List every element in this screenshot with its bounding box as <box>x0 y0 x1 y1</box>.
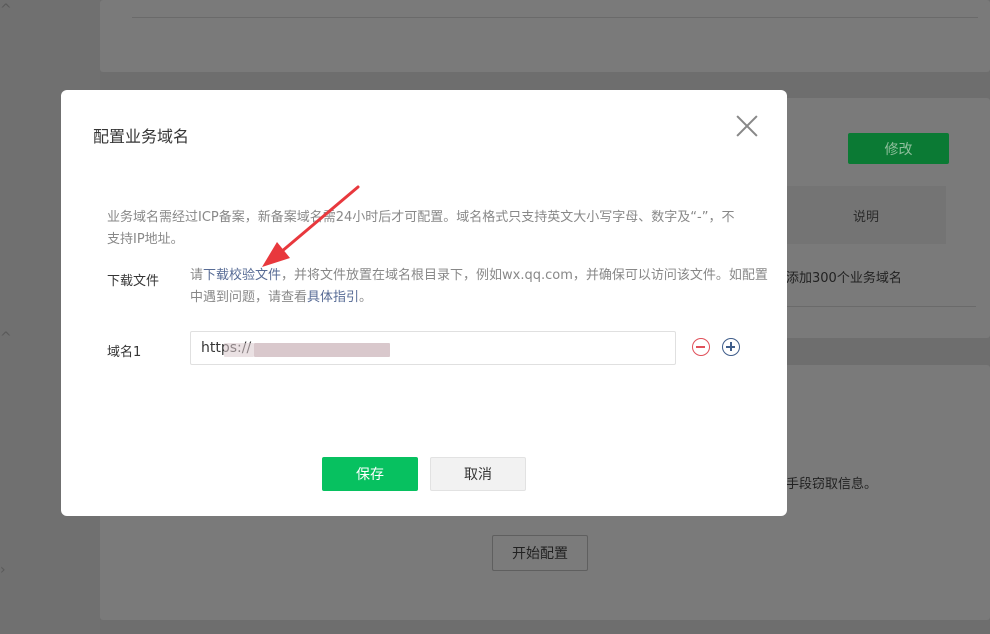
download-instructions: 请下载校验文件，并将文件放置在域名根目录下，例如wx.qq.com，并确保可以访… <box>190 268 768 305</box>
tips-text: 业务域名需经过ICP备案，新备案域名需24小时后才可配置。域名格式只支持英文大小… <box>107 210 735 247</box>
add-domain-icon[interactable] <box>722 338 740 356</box>
guide-link[interactable]: 具体指引 <box>307 290 359 305</box>
edit-button[interactable]: 修改 <box>848 133 949 164</box>
chevron-right-icon: › <box>0 562 6 578</box>
background-card <box>100 0 990 72</box>
download-verification-file-link[interactable]: 下载校验文件 <box>203 268 281 283</box>
dialog-title: 配置业务域名 <box>93 127 190 146</box>
domain-label: 域名1 <box>107 345 142 360</box>
divider <box>786 306 976 307</box>
remove-domain-icon[interactable] <box>692 338 710 356</box>
chevron-up-icon: ^ <box>0 330 12 346</box>
redacted-text <box>224 343 254 357</box>
close-icon[interactable] <box>735 114 759 138</box>
redacted-text <box>254 343 390 357</box>
configure-domain-dialog: 配置业务域名 业务域名需经过ICP备案，新备案域名需24小时后才可配置。域名格式… <box>61 90 787 516</box>
cancel-button[interactable]: 取消 <box>430 457 526 491</box>
chevron-up-icon: ^ <box>0 2 12 18</box>
warning-text: 手段窃取信息。 <box>786 477 878 492</box>
download-file-label: 下载文件 <box>107 274 160 289</box>
save-button[interactable]: 保存 <box>322 457 418 491</box>
table-header-description: 说明 <box>786 186 946 244</box>
table-cell: 添加300个业务域名 <box>786 271 902 286</box>
start-config-button[interactable]: 开始配置 <box>492 535 588 571</box>
